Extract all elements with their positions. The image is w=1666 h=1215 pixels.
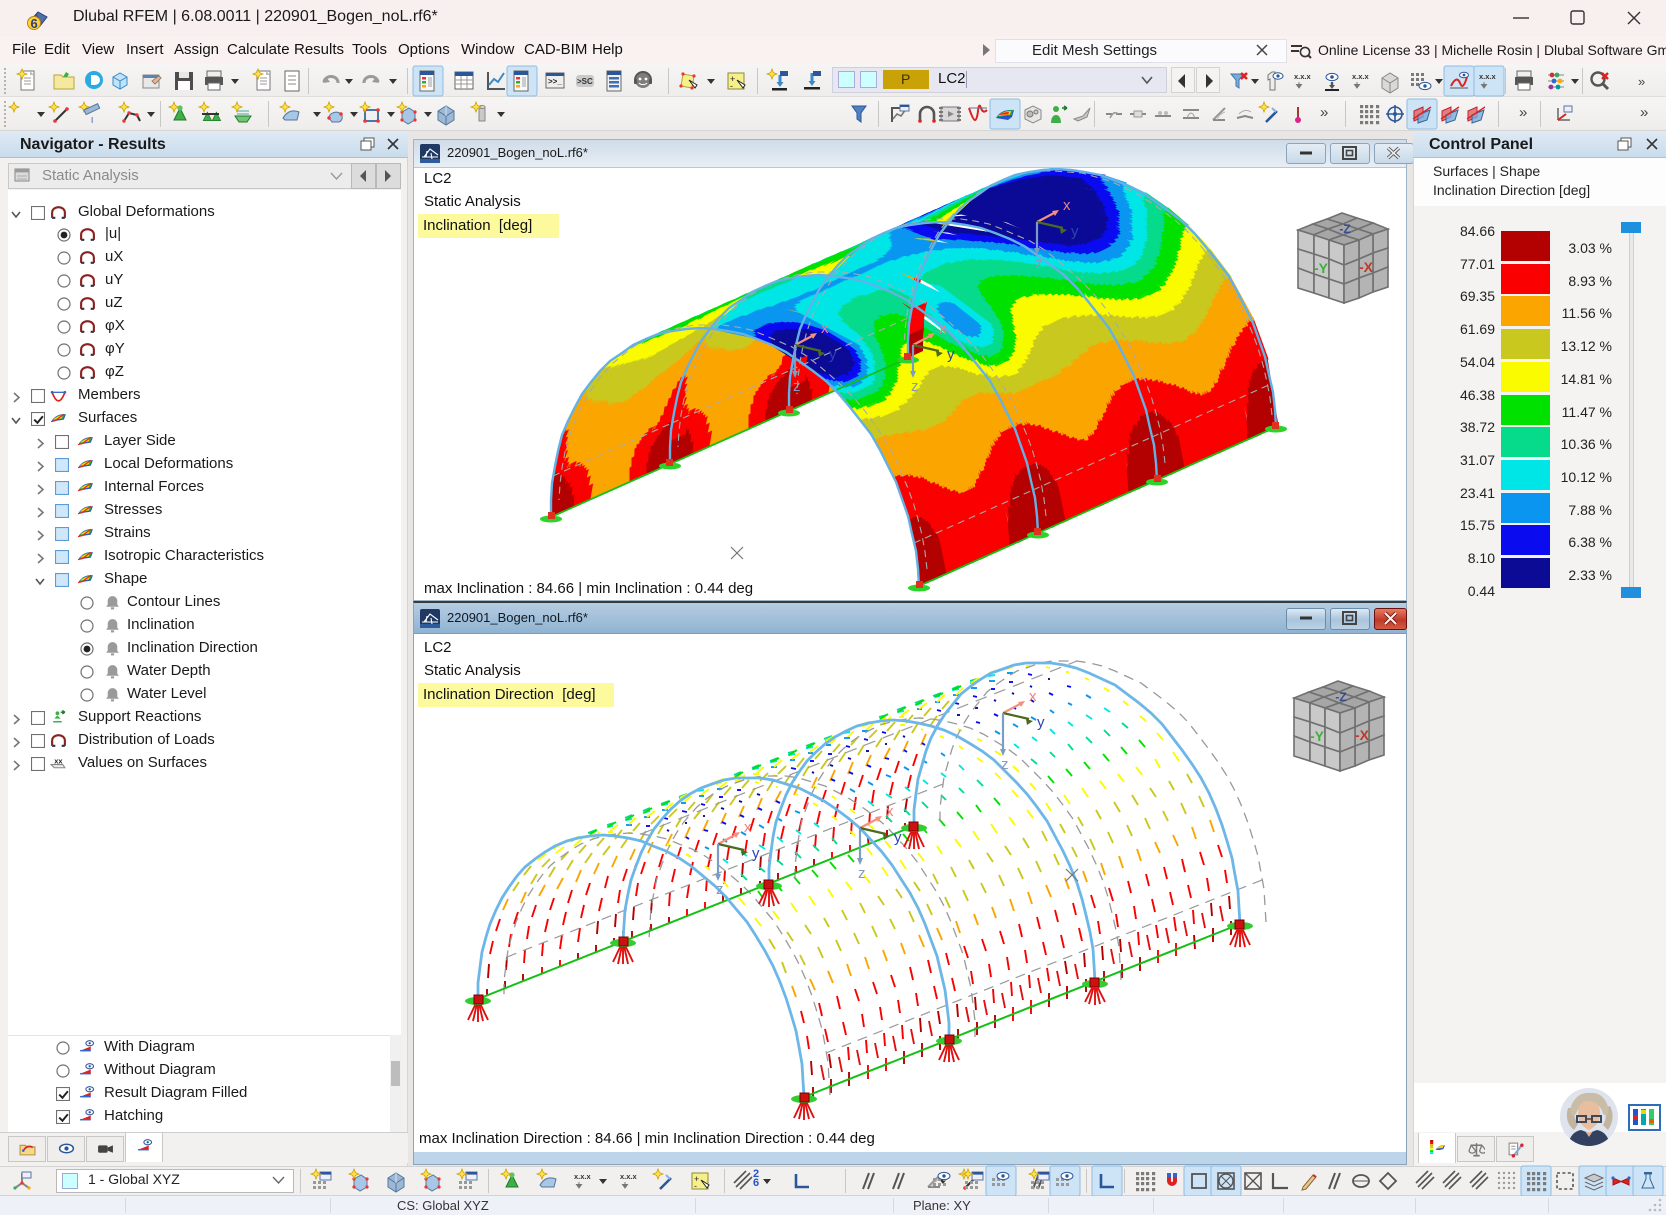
svg-text:-: - [730, 81, 733, 91]
svg-text:y: y [752, 845, 760, 862]
svg-text:x: x [886, 803, 894, 820]
svg-text:>SC: >SC [577, 77, 593, 86]
svg-text:y: y [1037, 714, 1045, 731]
svg-text:y: y [947, 346, 955, 363]
svg-text:-Z: -Z [1339, 222, 1350, 236]
svg-text:z: z [858, 865, 866, 882]
svg-text:-X: -X [1355, 727, 1370, 743]
svg-text:-Y: -Y [1314, 260, 1329, 276]
svg-text:I: I [91, 116, 93, 125]
svg-text:x: x [939, 320, 947, 337]
svg-text:xx: xx [54, 757, 63, 766]
svg-text:6: 6 [31, 16, 38, 31]
svg-text:-: - [694, 1181, 697, 1191]
svg-text:x: x [1029, 688, 1037, 705]
svg-text:x.x.x: x.x.x [1352, 72, 1370, 81]
svg-text:z: z [716, 881, 724, 898]
svg-text:x: x [744, 819, 752, 836]
svg-text:z: z [911, 378, 919, 395]
svg-text:x.x.x: x.x.x [620, 1172, 638, 1181]
svg-text:x: x [1063, 197, 1071, 214]
svg-text:y: y [829, 346, 837, 363]
svg-text:z: z [793, 378, 801, 395]
svg-text:x: x [821, 320, 829, 337]
svg-text:-X: -X [1359, 259, 1374, 275]
svg-text:x.x.x: x.x.x [574, 1172, 592, 1181]
svg-text:>>_: >>_ [548, 77, 562, 86]
svg-text:z: z [1035, 255, 1043, 272]
svg-text:»: » [1638, 74, 1645, 89]
svg-text:-Z: -Z [1335, 690, 1346, 704]
svg-text:z: z [1001, 756, 1009, 773]
svg-text:-Y: -Y [1310, 728, 1325, 744]
svg-text:x.x.x: x.x.x [1479, 72, 1497, 81]
svg-text:y: y [894, 829, 902, 846]
svg-text:y: y [1071, 223, 1079, 240]
svg-text:x.x.x: x.x.x [1294, 72, 1312, 81]
